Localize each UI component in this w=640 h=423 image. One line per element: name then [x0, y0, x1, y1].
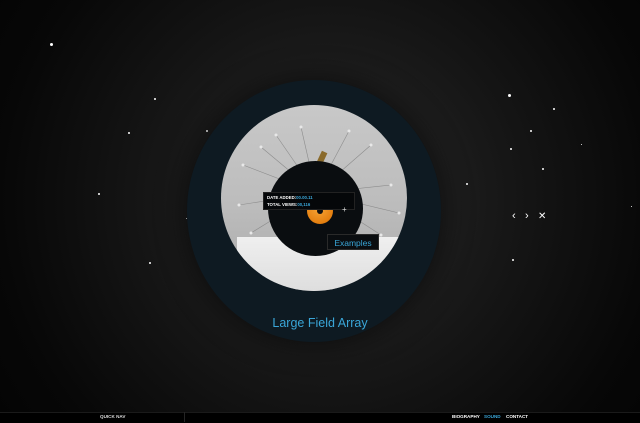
star — [510, 148, 512, 150]
next-arrow-icon[interactable]: › — [525, 211, 529, 222]
star — [553, 108, 555, 110]
total-views-value: 00,116 — [297, 202, 311, 207]
total-views-label: TOTAL VIEWS: — [267, 202, 298, 207]
biography-link[interactable]: BIOGRAPHY — [452, 413, 480, 421]
close-icon[interactable]: ✕ — [538, 211, 546, 222]
star — [149, 262, 151, 264]
footer-bar — [0, 412, 640, 423]
star — [512, 259, 514, 261]
date-added-row: DATE ADDED:00.00.11 — [267, 194, 351, 201]
date-added-value: 00.00.11 — [296, 195, 313, 200]
quick-nav-button[interactable]: QUICK NAV — [100, 413, 125, 421]
star — [98, 193, 100, 195]
star — [508, 94, 511, 97]
sound-link[interactable]: SOUND — [484, 413, 501, 421]
previous-arrow-icon[interactable]: ‹ — [512, 211, 516, 222]
star — [631, 206, 632, 207]
total-views-row: TOTAL VIEWS:00,116 — [267, 201, 351, 208]
star — [466, 183, 468, 185]
star — [530, 130, 532, 132]
examples-button[interactable]: Examples — [327, 234, 379, 250]
star — [581, 144, 582, 145]
star — [542, 168, 544, 170]
star — [128, 132, 130, 134]
footer-divider — [184, 412, 185, 422]
date-added-label: DATE ADDED: — [267, 195, 297, 200]
star — [50, 43, 53, 46]
plus-icon[interactable]: + — [342, 206, 347, 214]
star — [154, 98, 156, 100]
contact-link[interactable]: CONTACT — [506, 413, 528, 421]
project-title: Large Field Array — [272, 316, 368, 330]
star — [206, 130, 208, 132]
